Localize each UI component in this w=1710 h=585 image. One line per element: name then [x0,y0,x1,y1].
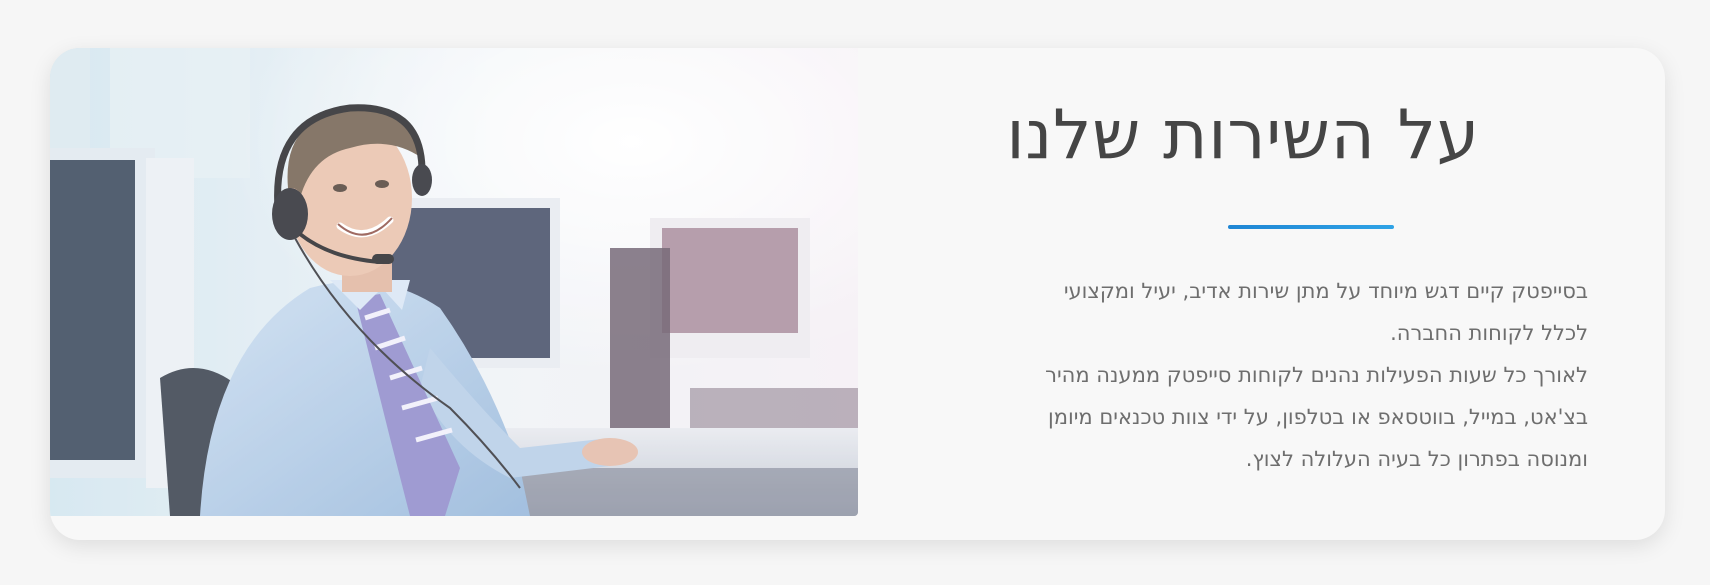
service-card: על השירות שלנו בסייפטק קיים דגש מיוחד על… [50,48,1665,540]
service-content: על השירות שלנו בסייפטק קיים דגש מיוחד על… [910,48,1650,540]
section-body: בסייפטק קיים דגש מיוחד על מתן שירות אדיב… [1028,270,1588,480]
support-agent-photo [50,48,858,516]
body-paragraph-2: לאורך כל שעות הפעילות נהנים לקוחות סייפט… [1045,363,1588,471]
title-divider [1228,225,1394,229]
section-title: על השירות שלנו [1006,96,1480,175]
body-paragraph-1: בסייפטק קיים דגש מיוחד על מתן שירות אדיב… [1063,279,1588,345]
